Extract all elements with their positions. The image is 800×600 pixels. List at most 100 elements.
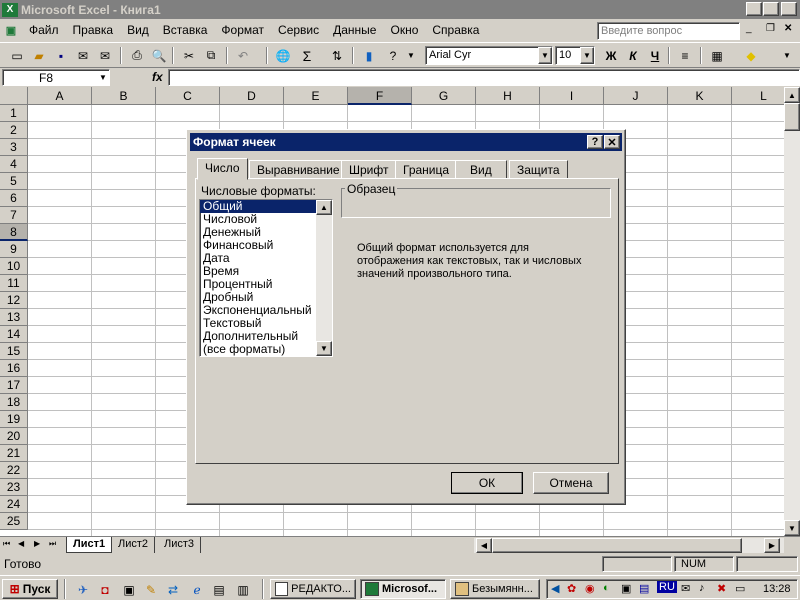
task-button-paint[interactable]: Безымянн... [450,579,540,599]
language-indicator[interactable]: RU [657,581,677,593]
quicklaunch-media-icon[interactable]: ▤ [210,581,228,598]
font-size-select[interactable]: 10 ▼ [555,46,595,65]
sheet-tab-2[interactable]: Лист2 [112,537,156,553]
close-button[interactable]: ✕ [781,2,797,16]
row-header-7[interactable]: 7 [0,207,28,224]
row-header-9[interactable]: 9 [0,241,28,258]
format-listbox[interactable]: Общий Числовой Денежный Финансовый Дата … [199,199,333,357]
scroll-left-arrow-icon[interactable]: ◀ [476,538,492,553]
tray-app-icon[interactable]: ◐ [603,582,610,594]
start-button[interactable]: ⊞ Пуск [2,579,58,599]
vertical-scrollbar[interactable]: ▲ ▼ [784,87,800,536]
column-header-f[interactable]: F [348,87,412,105]
last-sheet-icon[interactable]: ⏭ [49,539,61,551]
menu-format[interactable]: Формат [214,23,271,37]
document-icon[interactable]: ▣ [0,24,22,37]
task-button-excel[interactable]: Microsof... [360,579,446,599]
fill-color-icon[interactable]: ◆ [742,47,760,64]
row-header-3[interactable]: 3 [0,139,28,156]
tab-font[interactable]: Шрифт [341,160,397,179]
borders-icon[interactable]: ▦ [708,47,726,64]
column-header-k[interactable]: K [668,87,732,105]
speaker-icon[interactable]: ◀ [551,582,559,595]
quicklaunch-desktop-icon[interactable]: ▣ [120,581,138,598]
horizontal-scrollbar[interactable]: ◀ ▶ [474,538,784,553]
internet-explorer-icon[interactable]: ℯ [188,581,206,598]
dialog-close-button[interactable]: ✕ [604,135,620,149]
select-all-corner[interactable] [0,87,28,105]
sheet-tab-3[interactable]: Лист3 [158,537,202,553]
doc-close-button[interactable]: ✕ [784,23,792,34]
menu-file[interactable]: Файл [22,23,66,37]
row-header-8[interactable]: 8 [0,224,28,241]
tab-border[interactable]: Граница [395,160,458,179]
hyperlink-icon[interactable]: 🌐 [274,47,292,64]
row-header-12[interactable]: 12 [0,292,28,309]
doc-restore-button[interactable]: ❐ [766,23,775,34]
copy-icon[interactable]: ⧉ [202,47,220,64]
row-header-16[interactable]: 16 [0,360,28,377]
column-header-l[interactable]: L [732,87,784,105]
column-header-c[interactable]: C [156,87,220,105]
email-icon[interactable]: ✉ [96,47,114,64]
row-header-19[interactable]: 19 [0,411,28,428]
tray-app-icon[interactable]: ✉ [681,582,690,595]
toolbar-options-icon[interactable]: ▼ [402,47,420,64]
column-header-h[interactable]: H [476,87,540,105]
toolbar-more-icon[interactable]: ▼ [778,47,796,64]
help-icon[interactable]: ? [384,47,402,64]
menu-edit[interactable]: Правка [66,23,121,37]
quicklaunch-app-icon[interactable]: ✈ [74,581,92,598]
row-header-6[interactable]: 6 [0,190,28,207]
row-header-14[interactable]: 14 [0,326,28,343]
tray-app-icon[interactable]: ✖ [717,582,726,595]
ok-button[interactable]: ОК [451,472,523,494]
bold-button[interactable]: Ж [602,47,620,64]
open-folder-icon[interactable]: ▰ [30,47,48,64]
row-header-21[interactable]: 21 [0,445,28,462]
row-header-18[interactable]: 18 [0,394,28,411]
menu-data[interactable]: Данные [326,23,383,37]
quicklaunch-app-icon[interactable]: ▥ [234,581,252,598]
scroll-thumb[interactable] [784,103,800,131]
dialog-help-button[interactable]: ? [587,135,603,149]
tab-alignment[interactable]: Выравнивание [249,160,348,179]
align-center-icon[interactable]: ≡ [676,47,694,64]
menu-view[interactable]: Вид [120,23,156,37]
menu-help[interactable]: Справка [425,23,486,37]
row-header-2[interactable]: 2 [0,122,28,139]
row-header-24[interactable]: 24 [0,496,28,513]
sort-ascending-icon[interactable]: ⇅ [328,47,346,64]
menu-tools[interactable]: Сервис [271,23,326,37]
row-header-1[interactable]: 1 [0,105,28,122]
column-header-j[interactable]: J [604,87,668,105]
print-icon[interactable]: ⎙ [128,47,146,64]
menu-window[interactable]: Окно [383,23,425,37]
minimize-button[interactable]: _ [746,2,762,16]
chevron-down-icon[interactable]: ▼ [99,73,107,82]
quicklaunch-app-icon[interactable]: ✎ [142,581,160,598]
column-header-b[interactable]: B [92,87,156,105]
tray-app-icon[interactable]: ▭ [735,582,745,595]
tab-number[interactable]: Число [197,158,248,180]
new-file-icon[interactable]: ▭ [8,47,26,64]
scroll-down-arrow-icon[interactable]: ▼ [316,341,332,356]
row-header-4[interactable]: 4 [0,156,28,173]
maximize-button[interactable]: ❐ [763,2,779,16]
column-header-d[interactable]: D [220,87,284,105]
row-header-20[interactable]: 20 [0,428,28,445]
scroll-right-arrow-icon[interactable]: ▶ [764,538,780,553]
scroll-up-arrow-icon[interactable]: ▲ [784,87,800,103]
column-header-i[interactable]: I [540,87,604,105]
row-header-22[interactable]: 22 [0,462,28,479]
row-header-15[interactable]: 15 [0,343,28,360]
row-header-23[interactable]: 23 [0,479,28,496]
first-sheet-icon[interactable]: ⏮ [3,539,15,551]
row-header-17[interactable]: 17 [0,377,28,394]
help-search-input[interactable]: Введите вопрос [597,22,740,40]
task-button-editor[interactable]: РЕДАКТО... [270,579,356,599]
quicklaunch-network-icon[interactable]: ⇄ [164,581,182,598]
prev-sheet-icon[interactable]: ◀ [18,539,30,551]
tray-app-icon[interactable]: ▣ [621,582,631,595]
undo-icon[interactable]: ↶ [234,47,252,64]
